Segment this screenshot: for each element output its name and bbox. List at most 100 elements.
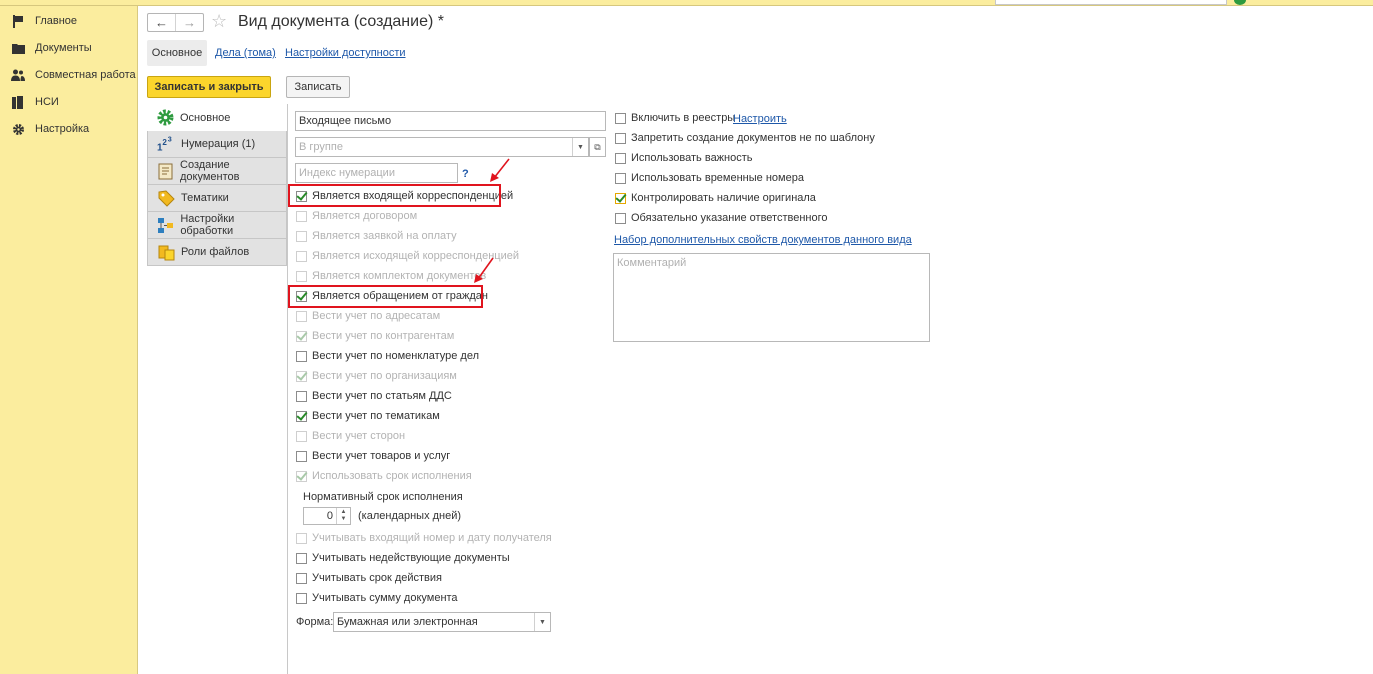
checkbox-validity-period[interactable]: Учитывать срок действия bbox=[296, 570, 442, 586]
checkbox-box bbox=[296, 592, 307, 604]
sidebar-item-documents[interactable]: Документы bbox=[0, 38, 138, 58]
deadline-stepper[interactable]: 0 ▲ ▼ bbox=[303, 507, 351, 525]
forward-button[interactable]: → bbox=[175, 14, 203, 31]
checkbox-temp-numbers[interactable]: Использовать временные номера bbox=[615, 170, 804, 186]
checkbox-box bbox=[296, 350, 307, 362]
vtab-topics[interactable]: Тематики bbox=[147, 185, 287, 212]
stepper-arrows-icon[interactable]: ▲ ▼ bbox=[336, 508, 350, 524]
checkbox-box bbox=[296, 210, 307, 222]
document-template-icon bbox=[157, 162, 174, 180]
checkbox-box bbox=[296, 230, 307, 242]
sidebar-item-settings[interactable]: Настройка bbox=[0, 119, 138, 139]
back-button[interactable]: ← bbox=[148, 14, 175, 31]
checkbox-box bbox=[296, 310, 307, 322]
checkbox-box bbox=[296, 250, 307, 262]
vtab-main[interactable]: Основное bbox=[147, 104, 287, 131]
comment-textarea[interactable]: Комментарий bbox=[613, 253, 930, 342]
checkbox-box bbox=[615, 112, 626, 124]
group-input[interactable]: В группе ▼ bbox=[295, 137, 589, 157]
sidebar-item-nsi[interactable]: НСИ bbox=[0, 92, 138, 112]
checkbox-box bbox=[296, 430, 307, 442]
checkbox-box bbox=[615, 192, 626, 204]
checkbox-box bbox=[615, 132, 626, 144]
gear-green-icon bbox=[156, 109, 174, 127]
checkbox-contract[interactable]: Является договором bbox=[296, 208, 417, 224]
extra-properties-link[interactable]: Набор дополнительных свойств документов … bbox=[614, 234, 912, 246]
name-input[interactable]: Входящее письмо bbox=[295, 111, 606, 131]
checkbox-topics[interactable]: Вести учет по тематикам bbox=[296, 408, 440, 424]
checkbox-box bbox=[296, 470, 307, 482]
checkbox-document-sum[interactable]: Учитывать сумму документа bbox=[296, 590, 458, 606]
checkbox-box bbox=[296, 532, 307, 544]
global-search-input[interactable] bbox=[995, 0, 1227, 5]
checkbox-cash-flow-items[interactable]: Вести учет по статьям ДДС bbox=[296, 388, 452, 404]
sidebar-item-label: Настройка bbox=[35, 123, 90, 135]
tag-icon bbox=[157, 189, 175, 207]
checkbox-box bbox=[615, 172, 626, 184]
books-icon bbox=[11, 95, 25, 109]
vertical-tabs: Основное 123 Нумерация (1) Создание доку… bbox=[147, 104, 288, 674]
deadline-label: Нормативный срок исполнения bbox=[303, 491, 463, 503]
checkbox-forbid-non-template[interactable]: Запретить создание документов не по шабл… bbox=[615, 130, 875, 146]
checkbox-box bbox=[296, 370, 307, 382]
checkbox-box bbox=[296, 330, 307, 342]
tab-cases[interactable]: Дела (тома) bbox=[215, 47, 276, 59]
checkbox-original-control[interactable]: Контролировать наличие оригинала bbox=[615, 190, 816, 206]
checkbox-payment-request[interactable]: Является заявкой на оплату bbox=[296, 228, 457, 244]
highlight-box-citizen-appeal bbox=[288, 285, 483, 308]
form-select[interactable]: Бумажная или электронная ▼ bbox=[333, 612, 551, 632]
group-placeholder: В группе bbox=[299, 141, 343, 153]
deadline-value: 0 bbox=[326, 510, 333, 522]
tab-access-settings[interactable]: Настройки доступности bbox=[285, 47, 406, 59]
vtab-file-roles[interactable]: Роли файлов bbox=[147, 239, 287, 266]
checkbox-organizations[interactable]: Вести учет по организациям bbox=[296, 368, 457, 384]
vtab-label: Основное bbox=[180, 111, 231, 124]
configure-registries-link[interactable]: Настроить bbox=[733, 113, 787, 125]
vtab-document-creation[interactable]: Создание документов bbox=[147, 158, 287, 185]
save-and-close-button[interactable]: Записать и закрыть bbox=[147, 76, 271, 98]
gear-icon bbox=[11, 122, 25, 136]
sidebar-item-main[interactable]: Главное bbox=[0, 11, 138, 31]
checkbox-registries[interactable]: Включить в реестры bbox=[615, 110, 735, 126]
users-icon bbox=[11, 68, 25, 82]
chevron-down-icon[interactable]: ▼ bbox=[572, 138, 588, 156]
checkbox-case-nomenclature[interactable]: Вести учет по номенклатуре дел bbox=[296, 348, 479, 364]
checkbox-box bbox=[615, 152, 626, 164]
annotation-arrow-icon bbox=[474, 257, 494, 283]
top-strip bbox=[0, 0, 1373, 6]
file-roles-icon bbox=[157, 243, 175, 261]
form-label: Форма: bbox=[296, 616, 334, 628]
help-icon[interactable]: ? bbox=[462, 168, 469, 180]
checkbox-goods-services[interactable]: Вести учет товаров и услуг bbox=[296, 448, 450, 464]
svg-text:3: 3 bbox=[168, 135, 172, 143]
vtab-processing-settings[interactable]: Настройки обработки bbox=[147, 212, 287, 239]
vtab-label: Тематики bbox=[181, 192, 229, 204]
sidebar-item-collaboration[interactable]: Совместная работа bbox=[0, 65, 138, 85]
folder-icon bbox=[11, 41, 25, 55]
sidebar-item-label: Совместная работа bbox=[35, 69, 136, 81]
checkbox-box bbox=[296, 410, 307, 422]
checkbox-box bbox=[296, 270, 307, 282]
sidebar-item-label: Документы bbox=[35, 42, 92, 54]
highlight-box-incoming bbox=[288, 184, 501, 207]
open-group-icon[interactable]: ⧉ bbox=[589, 137, 606, 157]
checkbox-incoming-number[interactable]: Учитывать входящий номер и дату получате… bbox=[296, 530, 552, 546]
checkbox-counterparties[interactable]: Вести учет по контрагентам bbox=[296, 328, 454, 344]
favorite-star-icon[interactable]: ☆ bbox=[211, 11, 227, 32]
checkbox-deadline[interactable]: Использовать срок исполнения bbox=[296, 468, 472, 484]
flag-icon bbox=[11, 14, 25, 28]
chevron-down-icon[interactable]: ▼ bbox=[534, 613, 550, 631]
tab-main[interactable]: Основное bbox=[147, 40, 207, 66]
checkbox-importance[interactable]: Использовать важность bbox=[615, 150, 753, 166]
checkbox-parties[interactable]: Вести учет сторон bbox=[296, 428, 405, 444]
checkbox-document-set[interactable]: Является комплектом документов bbox=[296, 268, 486, 284]
checkbox-addressees[interactable]: Вести учет по адресатам bbox=[296, 308, 440, 324]
annotation-arrow-icon bbox=[490, 158, 510, 182]
checkbox-box bbox=[296, 390, 307, 402]
checkbox-inactive-docs[interactable]: Учитывать недействующие документы bbox=[296, 550, 510, 566]
index-input[interactable]: Индекс нумерации bbox=[295, 163, 458, 183]
save-button[interactable]: Записать bbox=[286, 76, 350, 98]
vtab-numbering[interactable]: 123 Нумерация (1) bbox=[147, 131, 287, 158]
navigation-buttons: ← → bbox=[147, 13, 204, 32]
checkbox-responsible-required[interactable]: Обязательно указание ответственного bbox=[615, 210, 828, 226]
